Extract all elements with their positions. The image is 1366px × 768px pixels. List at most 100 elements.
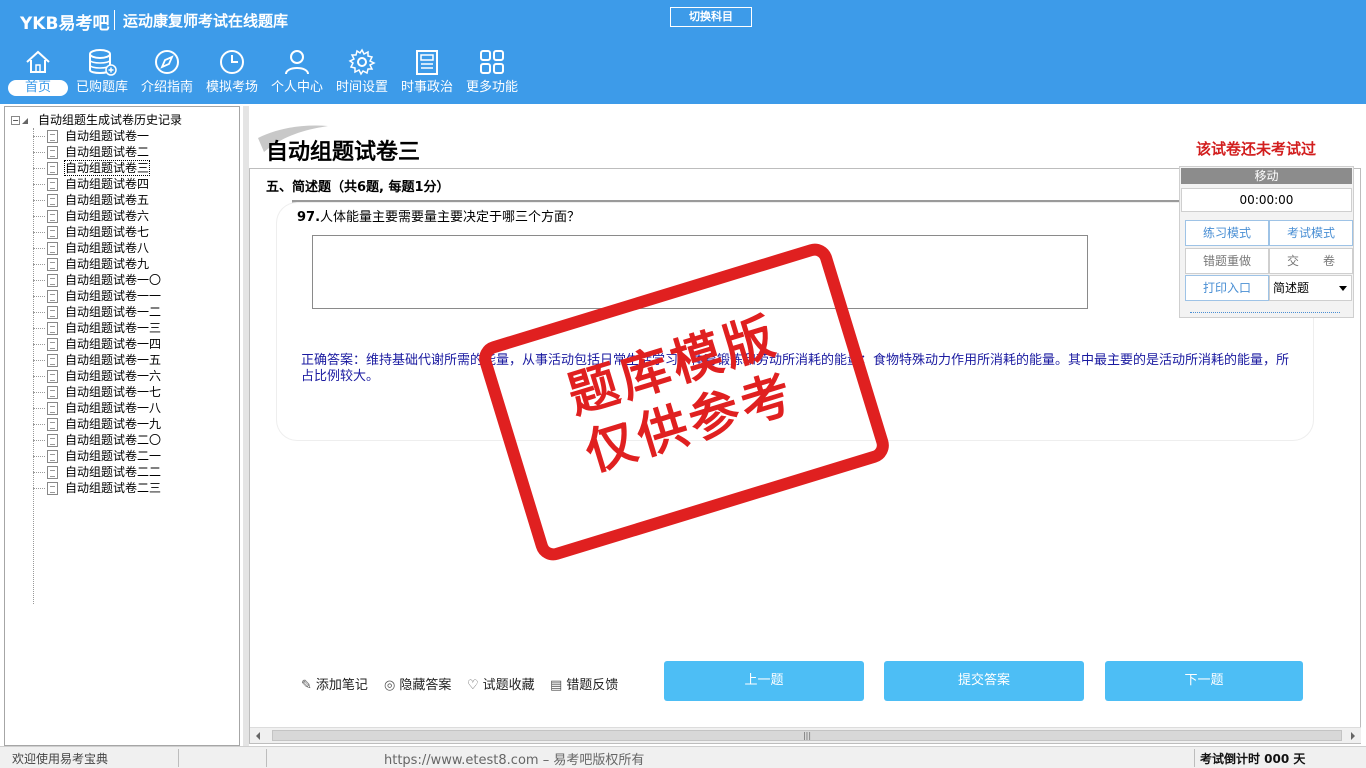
hide-answer-button[interactable]: ◎ 隐藏答案 (384, 674, 451, 693)
tree-item[interactable]: 自动组题试卷一 (33, 128, 161, 144)
tree-connector (33, 296, 45, 297)
tree-item[interactable]: 自动组题试卷二三 (33, 480, 161, 496)
document-icon (47, 322, 58, 335)
document-icon (47, 194, 58, 207)
prev-question-button[interactable]: 上一题 (664, 661, 864, 701)
tree-connector (33, 152, 45, 153)
tree-item[interactable]: 自动组题试卷一三 (33, 320, 161, 336)
clock-icon (220, 50, 244, 74)
tree-item[interactable]: 自动组题试卷四 (33, 176, 161, 192)
home-icon (26, 50, 50, 73)
tree-item[interactable]: 自动组题试卷一二 (33, 304, 161, 320)
question-text: 97.人体能量主要需要量主要决定于哪三个方面？ (297, 206, 580, 225)
tree-connector (33, 440, 45, 441)
tree-item[interactable]: 自动组题试卷一一 (33, 288, 161, 304)
tree-item-label: 自动组题试卷一 (65, 129, 150, 143)
document-icon (47, 130, 58, 143)
tree-item-label: 自动组题试卷二二 (65, 465, 162, 479)
question-type-select[interactable]: 简述题 (1269, 275, 1352, 301)
nav-mock-exam[interactable]: 模拟考场 (202, 48, 262, 104)
feedback-label: 错题反馈 (566, 678, 619, 693)
status-bar: 欢迎使用易考宝典 https://www.etest8.com – 易考吧版权所… (0, 746, 1366, 768)
folder-icon (22, 117, 28, 124)
tree-item[interactable]: 自动组题试卷一五 (33, 352, 161, 368)
tree-connector (33, 216, 45, 217)
next-question-button[interactable]: 下一题 (1105, 661, 1303, 701)
exam-countdown: 考试倒计时 000 天 (1200, 752, 1306, 766)
tree-item-label: 自动组题试卷七 (65, 225, 150, 239)
dropdown-arrow-icon (1339, 286, 1347, 291)
scroll-left-icon[interactable] (256, 732, 260, 740)
copyright-text: https://www.etest8.com – 易考吧版权所有 (384, 753, 645, 768)
collapse-icon[interactable]: − (11, 116, 20, 125)
tree-connector (33, 472, 45, 473)
move-handle[interactable]: 移动 (1181, 168, 1352, 184)
tree-item[interactable]: 自动组题试卷三 (33, 160, 161, 176)
tree-item[interactable]: 自动组题试卷二〇 (33, 432, 161, 448)
tree-connector (33, 264, 45, 265)
nav-time-settings[interactable]: 时间设置 (332, 48, 392, 104)
switch-subject-button[interactable]: 切换科目 (670, 7, 752, 27)
nav-current-affairs-label: 时事政治 (400, 80, 453, 95)
tree-item[interactable]: 自动组题试卷五 (33, 192, 161, 208)
tree-item[interactable]: 自动组题试卷一八 (33, 400, 161, 416)
status-separator (1194, 749, 1195, 767)
feedback-button[interactable]: ▤ 错题反馈 (550, 674, 618, 693)
tree-item[interactable]: 自动组题试卷六 (33, 208, 161, 224)
panel-divider (1190, 312, 1340, 313)
document-icon (47, 386, 58, 399)
welcome-text: 欢迎使用易考宝典 (12, 752, 109, 766)
tree-item[interactable]: 自动组题试卷九 (33, 256, 161, 272)
document-icon (47, 162, 58, 175)
tree-item[interactable]: 自动组题试卷一九 (33, 416, 161, 432)
submit-paper-button[interactable]: 交 卷 (1269, 248, 1353, 274)
document-icon (47, 434, 58, 447)
tree-root[interactable]: − 自动组题生成试卷历史记录 (11, 112, 182, 128)
favorite-button[interactable]: ♡ 试题收藏 (467, 674, 535, 693)
hide-answer-label: 隐藏答案 (399, 678, 452, 693)
tree-connector (33, 280, 45, 281)
submit-answer-button[interactable]: 提交答案 (884, 661, 1084, 701)
nav-current-affairs[interactable]: 时事政治 (397, 48, 457, 104)
nav-purchased[interactable]: 已购题库 (72, 48, 132, 104)
document-icon (47, 466, 58, 479)
tree-item[interactable]: 自动组题试卷一四 (33, 336, 161, 352)
add-note-label: 添加笔记 (315, 678, 368, 693)
tree-item[interactable]: 自动组题试卷二 (33, 144, 161, 160)
tree-connector (33, 136, 45, 137)
nav-home[interactable]: 首页 (8, 48, 68, 104)
tree-item[interactable]: 自动组题试卷二一 (33, 448, 161, 464)
nav-more[interactable]: 更多功能 (462, 48, 522, 104)
nav-guide[interactable]: 介绍指南 (137, 48, 197, 104)
document-icon (47, 370, 58, 383)
tree-item-label: 自动组题试卷一一 (65, 289, 162, 303)
print-entry-button[interactable]: 打印入口 (1185, 275, 1269, 301)
nav-purchased-label: 已购题库 (75, 80, 128, 95)
logo-separator (114, 10, 115, 30)
tree-connector (33, 312, 45, 313)
tree-connector (33, 328, 45, 329)
scroll-right-icon[interactable] (1351, 732, 1355, 740)
horizontal-scrollbar[interactable]: ||| (250, 727, 1361, 743)
tree-item[interactable]: 自动组题试卷八 (33, 240, 161, 256)
tree-item[interactable]: 自动组题试卷一七 (33, 384, 161, 400)
tree-item-label: 自动组题试卷二〇 (65, 433, 162, 447)
practice-mode-button[interactable]: 练习模式 (1185, 220, 1269, 246)
exam-mode-button[interactable]: 考试模式 (1269, 220, 1353, 246)
tree-item[interactable]: 自动组题试卷一六 (33, 368, 161, 384)
scroll-thumb[interactable]: ||| (272, 730, 1342, 741)
user-icon (285, 50, 309, 75)
add-note-button[interactable]: ✎ 添加笔记 (301, 674, 368, 693)
app-title: 运动康复师考试在线题库 (123, 12, 289, 30)
history-tree-panel: − 自动组题生成试卷历史记录 自动组题试卷一 自动组题试卷二 自动组题试卷三 自动组题试… (4, 106, 240, 746)
tree-item[interactable]: 自动组题试卷二二 (33, 464, 161, 480)
tree-item-label: 自动组题试卷一八 (65, 401, 162, 415)
tree-list: 自动组题试卷一 自动组题试卷二 自动组题试卷三 自动组题试卷四 自动组题试卷五 自动组题试… (33, 128, 161, 496)
tree-item[interactable]: 自动组题试卷七 (33, 224, 161, 240)
redo-wrong-button[interactable]: 错题重做 (1185, 248, 1269, 274)
tree-item[interactable]: 自动组题试卷一〇 (33, 272, 161, 288)
tree-connector (33, 232, 45, 233)
nav-personal[interactable]: 个人中心 (267, 48, 327, 104)
newspaper-icon (416, 50, 438, 75)
document-icon (47, 258, 58, 271)
